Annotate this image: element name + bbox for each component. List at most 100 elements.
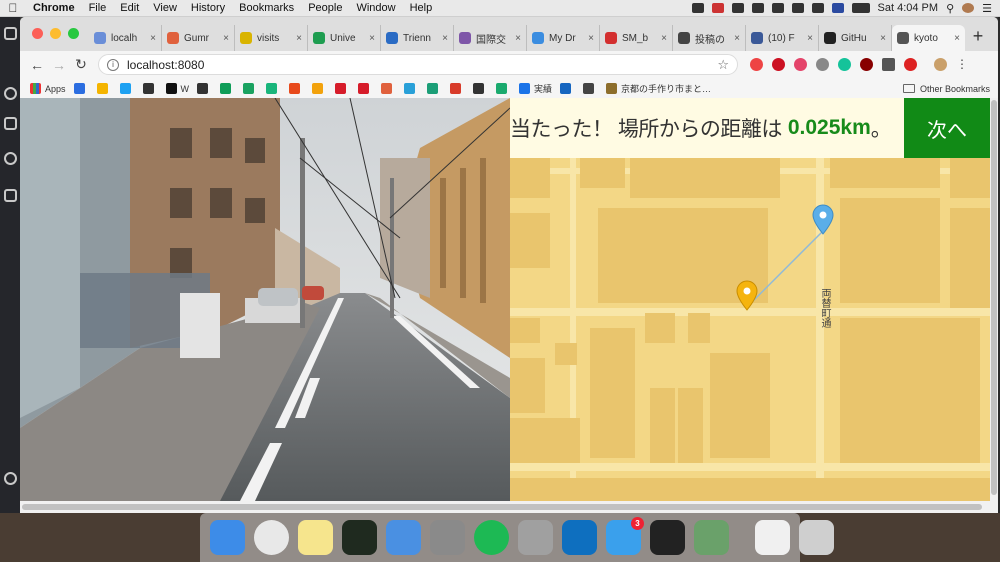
browser-tab[interactable]: localh × xyxy=(89,25,162,51)
dock-activity-monitor-icon[interactable] xyxy=(342,520,377,555)
bookmark-item[interactable]: W xyxy=(165,83,189,94)
bookmark-item[interactable] xyxy=(289,83,304,94)
browser-tab[interactable]: Unive × xyxy=(308,25,381,51)
clock[interactable]: Sat 4:04 PM xyxy=(878,2,939,14)
browser-tab[interactable]: Trienn × xyxy=(381,25,454,51)
status-icon[interactable] xyxy=(711,3,724,13)
menu-history[interactable]: History xyxy=(184,2,232,14)
tab-close-icon[interactable]: × xyxy=(296,33,302,44)
dock-trash-icon[interactable] xyxy=(799,520,834,555)
map-canvas[interactable] xyxy=(510,158,990,501)
bookmark-item[interactable] xyxy=(312,83,327,94)
browser-tab[interactable]: Gumr × xyxy=(162,25,235,51)
dock-spotify-icon[interactable] xyxy=(474,520,509,555)
bookmark-item[interactable] xyxy=(197,83,212,94)
close-window-button[interactable] xyxy=(32,28,43,39)
sidebar-search-icon[interactable] xyxy=(4,87,17,100)
menu-help[interactable]: Help xyxy=(403,2,440,14)
bookmark-item[interactable] xyxy=(381,83,396,94)
spotlight-icon[interactable]: ⚲ xyxy=(946,2,954,15)
dock-keynote-icon[interactable] xyxy=(386,520,421,555)
bluetooth-icon[interactable] xyxy=(771,3,784,13)
browser-tab[interactable]: visits × xyxy=(235,25,308,51)
dock-calculator-icon[interactable] xyxy=(518,520,553,555)
profile-avatar[interactable] xyxy=(934,58,947,71)
user-avatar-icon[interactable] xyxy=(962,3,975,13)
back-button[interactable]: ← xyxy=(26,57,48,73)
bookmark-apps[interactable]: Apps xyxy=(30,83,66,94)
dock-preview-icon[interactable] xyxy=(694,520,729,555)
flag-icon[interactable] xyxy=(831,3,844,13)
shield-icon[interactable] xyxy=(751,3,764,13)
extension-adblock-icon[interactable] xyxy=(772,58,785,71)
tab-close-icon[interactable]: × xyxy=(150,33,156,44)
bookmark-item[interactable] xyxy=(96,83,112,94)
tab-close-icon[interactable]: × xyxy=(661,33,667,44)
bookmark-item[interactable] xyxy=(119,83,135,94)
sidebar-debug-icon[interactable] xyxy=(4,152,17,165)
horizontal-scrollbar[interactable] xyxy=(20,501,998,513)
dock-system-preferences-icon[interactable] xyxy=(430,520,465,555)
browser-tab[interactable]: 投稿の × xyxy=(673,25,746,51)
next-button[interactable]: 次へ xyxy=(904,98,990,158)
tab-close-icon[interactable]: × xyxy=(442,33,448,44)
chrome-menu-icon[interactable]: ⋮ xyxy=(956,58,968,71)
dropbox-icon[interactable] xyxy=(691,3,704,13)
tab-close-icon[interactable]: × xyxy=(369,33,375,44)
notification-center-icon[interactable]: ☰ xyxy=(982,2,992,15)
bookmark-item[interactable] xyxy=(220,83,235,94)
menu-app-name[interactable]: Chrome xyxy=(26,2,82,14)
dock-finder-icon[interactable] xyxy=(210,520,245,555)
menu-file[interactable]: File xyxy=(82,2,114,14)
tab-close-icon[interactable]: × xyxy=(588,33,594,44)
street-view-panorama[interactable] xyxy=(20,98,510,501)
bookmark-item[interactable] xyxy=(496,83,511,94)
briefcase-icon[interactable] xyxy=(731,3,744,13)
horizontal-scroll-thumb[interactable] xyxy=(22,504,982,510)
github-icon[interactable] xyxy=(811,3,824,13)
extension-vivaldi-icon[interactable] xyxy=(750,58,763,71)
street-view-image[interactable] xyxy=(20,98,510,501)
info-icon[interactable]: i xyxy=(107,58,119,71)
bookmark-item[interactable] xyxy=(243,83,258,94)
reload-button[interactable]: ↻ xyxy=(70,56,92,73)
menu-people[interactable]: People xyxy=(301,2,349,14)
zoom-window-button[interactable] xyxy=(68,28,79,39)
bookmark-item[interactable] xyxy=(450,83,465,94)
bookmark-item[interactable] xyxy=(266,83,281,94)
vertical-scroll-thumb[interactable] xyxy=(991,100,997,495)
dock-vscode-icon[interactable] xyxy=(562,520,597,555)
new-tab-button[interactable]: + xyxy=(965,26,991,51)
dock-twitter-client-icon[interactable]: 3 xyxy=(606,517,644,555)
bookmark-item[interactable] xyxy=(335,83,350,94)
menu-bookmarks[interactable]: Bookmarks xyxy=(232,2,301,14)
other-bookmarks[interactable]: Other Bookmarks xyxy=(902,84,998,94)
browser-tab[interactable]: 国際交 × xyxy=(454,25,527,51)
sidebar-extensions-icon[interactable] xyxy=(4,189,17,202)
bookmark-item[interactable]: 京都の手作り市まと… xyxy=(606,82,711,95)
dock-notes-icon[interactable] xyxy=(298,520,333,555)
dock-terminal-icon[interactable] xyxy=(650,520,685,555)
wifi-icon[interactable] xyxy=(791,3,804,13)
minimize-window-button[interactable] xyxy=(50,28,61,39)
menu-edit[interactable]: Edit xyxy=(113,2,146,14)
result-map[interactable]: 両替町通 xyxy=(510,158,990,501)
extension-grammarly-icon[interactable] xyxy=(838,58,851,71)
sidebar-settings-icon[interactable] xyxy=(4,472,17,485)
sidebar-git-icon[interactable] xyxy=(4,117,17,130)
bookmark-item[interactable]: 実績 xyxy=(519,82,552,95)
extension-red-icon[interactable] xyxy=(904,58,917,71)
battery-icon[interactable] xyxy=(851,3,870,13)
bookmark-item[interactable] xyxy=(583,83,598,94)
browser-tab[interactable]: (10) F × xyxy=(746,25,819,51)
bookmark-item[interactable] xyxy=(142,83,158,94)
bookmark-item[interactable] xyxy=(560,83,575,94)
tab-close-icon[interactable]: × xyxy=(734,33,740,44)
tab-close-icon[interactable]: × xyxy=(954,33,960,44)
sidebar-explorer-icon[interactable] xyxy=(4,27,17,40)
bookmark-item[interactable] xyxy=(358,83,373,94)
tab-close-icon[interactable]: × xyxy=(880,33,886,44)
extension-feedly-icon[interactable] xyxy=(882,58,895,71)
dock-chrome-icon[interactable] xyxy=(254,520,289,555)
tab-close-icon[interactable]: × xyxy=(515,33,521,44)
